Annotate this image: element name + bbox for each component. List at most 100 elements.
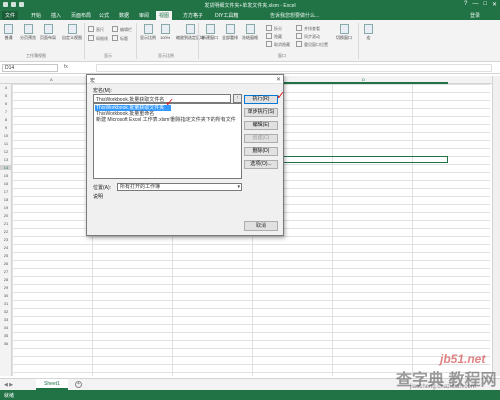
row-header[interactable]: 7 (0, 109, 12, 114)
row-header[interactable]: 10 (0, 133, 12, 138)
row-header[interactable]: 18 (0, 197, 12, 202)
group-divider (136, 23, 137, 59)
freeze-panes-button[interactable]: 冻结窗格 (242, 24, 258, 41)
formula-bar-checkbox[interactable]: 编辑栏 (112, 26, 132, 33)
zoom-button[interactable]: 显示比例 (140, 24, 156, 41)
gridlines-checkbox[interactable]: 网格线 (88, 35, 108, 42)
delete-button[interactable]: 删除(D) (244, 147, 278, 156)
normal-view-button[interactable]: 普通 (4, 24, 13, 41)
row-header[interactable]: 5 (0, 93, 12, 98)
maximize-button[interactable]: □ (483, 1, 487, 8)
row-header[interactable]: 16 (0, 181, 12, 186)
options-button[interactable]: 选项(O)... (244, 160, 278, 169)
help-button[interactable]: ? (464, 1, 467, 8)
macro-list-item[interactable]: 新建 Microsoft Excel 工作表.xlsm!删除指定文件夹下的所有文… (95, 117, 236, 123)
row-header[interactable]: 24 (0, 245, 12, 250)
watermark-url: jiaocheng.chazidian.com (410, 384, 476, 390)
close-button[interactable]: ✕ (492, 1, 497, 8)
minimize-button[interactable]: — (472, 1, 478, 8)
tab-file[interactable]: 文件 (2, 11, 19, 20)
row-header[interactable]: 13 (0, 157, 12, 162)
group-show: 显示 (104, 53, 112, 58)
row-header[interactable]: 28 (0, 277, 12, 282)
dialog-close-button[interactable]: ✕ (276, 76, 281, 83)
switch-windows-button[interactable]: 切换窗口 (336, 24, 352, 41)
run-button[interactable]: 执行(R) (244, 95, 278, 104)
row-header[interactable]: 36 (0, 341, 12, 346)
macro-list[interactable]: ThisWorkbook.批量获取文件夹 ThisWorkbook.批量重命名 … (93, 103, 242, 179)
page-break-icon (23, 24, 33, 34)
tab-home[interactable]: 开始 (28, 11, 44, 20)
row-header[interactable]: 21 (0, 221, 12, 226)
tell-me-box[interactable]: 告诉我您想要做什么... (270, 12, 319, 19)
location-dropdown[interactable]: 所有打开的工作簿 ▾ (117, 183, 242, 191)
row-header[interactable]: 12 (0, 149, 12, 154)
zoom-100-button[interactable]: 100% (160, 24, 170, 40)
tab-ffcell[interactable]: 方方格子 (180, 11, 206, 20)
step-into-button[interactable]: 单步执行(S) (244, 108, 278, 117)
row-header[interactable]: 17 (0, 189, 12, 194)
create-button[interactable]: 创建(C) (244, 134, 278, 143)
macro-name-input[interactable]: ThisWorkbook.批量获取文件名 (93, 94, 231, 103)
zoom-selection-button[interactable]: 缩放到选定区域 (176, 24, 204, 41)
cancel-button[interactable]: 取消 (244, 221, 278, 231)
name-box[interactable]: D14 (2, 64, 58, 72)
macro-picker-button[interactable]: ↑ (233, 94, 242, 103)
hide-button[interactable]: 隐藏 (266, 33, 282, 40)
fx-icon[interactable]: fx (64, 64, 68, 70)
side-by-side-button[interactable]: 并排查看 (296, 25, 320, 32)
split-button[interactable]: 拆分 (266, 25, 282, 32)
row-header[interactable]: 34 (0, 325, 12, 330)
active-cell[interactable] (282, 156, 448, 163)
tab-data[interactable]: 数据 (116, 11, 132, 20)
window-title: 发货明细文件夹+单发文件夹.xlsm - Excel (204, 3, 296, 9)
tab-diy-toolbox[interactable]: DIY工具箱 (212, 11, 241, 20)
tab-insert[interactable]: 插入 (48, 11, 64, 20)
tab-formulas[interactable]: 公式 (96, 11, 112, 20)
unhide-button[interactable]: 取消隐藏 (266, 41, 290, 48)
arrange-all-button[interactable]: 全部重排 (222, 24, 238, 41)
new-window-button[interactable]: 新建窗口 (202, 24, 218, 41)
tab-page-layout[interactable]: 页面布局 (68, 11, 94, 20)
ruler-checkbox[interactable]: 直尺 (88, 26, 104, 33)
add-sheet-icon[interactable]: + (75, 381, 82, 388)
vertical-scrollbar[interactable] (492, 76, 500, 376)
row-header[interactable]: 9 (0, 125, 12, 130)
row-header[interactable]: 19 (0, 205, 12, 210)
custom-views-button[interactable]: 自定义视图 (62, 24, 82, 41)
row-header[interactable]: 35 (0, 333, 12, 338)
row-header[interactable]: 22 (0, 229, 12, 234)
macros-button[interactable]: 宏 (364, 24, 373, 41)
row-header[interactable]: 27 (0, 269, 12, 274)
page-break-button[interactable]: 分页预览 (20, 24, 36, 41)
row-header[interactable]: 15 (0, 173, 12, 178)
ribbon: 普通 分页预览 页面布局 自定义视图 工作簿视图 直尺 编辑栏 网格线 标题 显… (0, 20, 500, 62)
row-header[interactable]: 30 (0, 293, 12, 298)
row-header[interactable]: 32 (0, 309, 12, 314)
column-header-a[interactable]: A (50, 77, 53, 82)
sync-scroll-button[interactable]: 同步滚动 (296, 33, 320, 40)
row-header[interactable]: 29 (0, 285, 12, 290)
row-header[interactable]: 14 (0, 165, 12, 170)
formula-input[interactable] (96, 64, 492, 72)
row-header[interactable]: 11 (0, 141, 12, 146)
row-header[interactable]: 33 (0, 317, 12, 322)
arrange-all-icon (225, 24, 235, 34)
row-header[interactable]: 25 (0, 253, 12, 258)
row-header[interactable]: 31 (0, 301, 12, 306)
edit-button[interactable]: 编辑(E) (244, 121, 278, 130)
row-header[interactable]: 20 (0, 213, 12, 218)
row-header[interactable]: 8 (0, 117, 12, 122)
sheet-nav-arrows-icon[interactable]: ◀ ▶ (4, 382, 13, 388)
page-layout-button[interactable]: 页面布局 (40, 24, 56, 41)
sign-in-link[interactable]: 登录 (470, 12, 480, 19)
row-header[interactable]: 26 (0, 261, 12, 266)
row-header[interactable]: 6 (0, 101, 12, 106)
row-header[interactable]: 23 (0, 237, 12, 242)
headings-checkbox[interactable]: 标题 (112, 35, 128, 42)
reset-position-button[interactable]: 重设窗口位置 (296, 41, 328, 48)
sheet-tab[interactable]: Sheet1 (36, 379, 68, 390)
tab-review[interactable]: 审阅 (136, 11, 152, 20)
row-header[interactable]: 4 (0, 85, 12, 90)
tab-view[interactable]: 视图 (156, 11, 173, 20)
